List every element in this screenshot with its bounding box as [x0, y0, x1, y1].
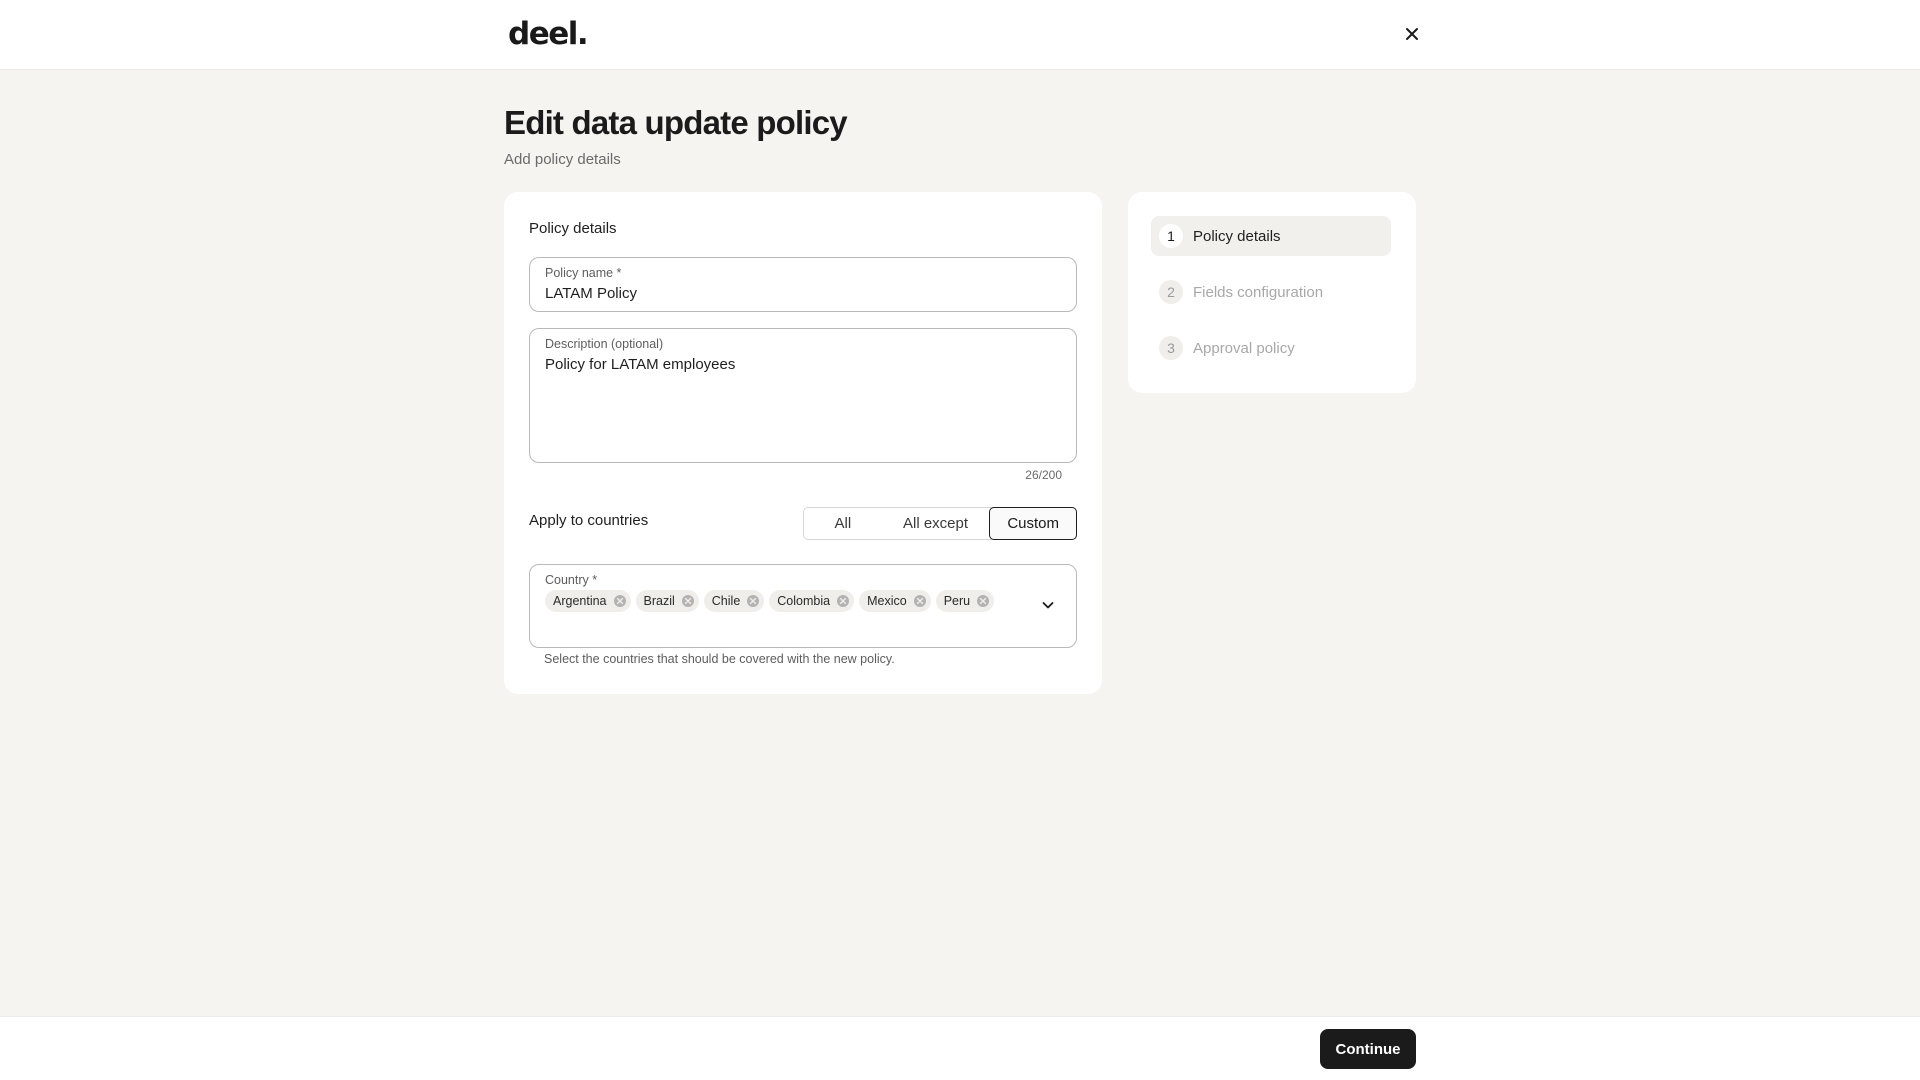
policy-name-field[interactable]: Policy name * LATAM Policy [529, 257, 1077, 312]
circle-x-icon[interactable] [976, 594, 990, 608]
country-chip: Argentina [545, 590, 631, 612]
card-title: Policy details [529, 220, 617, 237]
page-title: Edit data update policy [504, 104, 848, 141]
chip-label: Argentina [553, 594, 607, 608]
description-char-count: 26/200 [1025, 468, 1062, 482]
circle-x-icon[interactable] [836, 594, 850, 608]
top-bar: deel. [0, 0, 1920, 70]
continue-button[interactable]: Continue [1320, 1029, 1416, 1069]
chevron-down-icon[interactable] [1040, 597, 1056, 613]
progress-stepper: 1 Policy details 2 Fields configuration … [1128, 192, 1416, 393]
policy-name-label: Policy name * [545, 266, 622, 280]
chip-label: Peru [943, 594, 971, 608]
step-label: Fields configuration [1193, 283, 1324, 301]
policy-name-input[interactable]: LATAM Policy [545, 285, 637, 302]
apply-to-countries-label: Apply to countries [529, 512, 649, 529]
chip-label: Colombia [777, 594, 831, 608]
country-chip: Colombia [769, 590, 855, 612]
chip-label: Chile [711, 594, 741, 608]
country-multiselect[interactable]: Country * Argentina Brazil Chile Colombi… [529, 564, 1077, 648]
step-approval-policy[interactable]: 3 Approval policy [1151, 328, 1391, 368]
description-label: Description (optional) [545, 337, 664, 351]
country-chip: Peru [935, 590, 995, 612]
policy-details-card: Policy details Policy name * LATAM Polic… [504, 192, 1102, 694]
step-number: 3 [1159, 336, 1183, 360]
circle-x-icon[interactable] [746, 594, 760, 608]
step-fields-configuration[interactable]: 2 Fields configuration [1151, 272, 1391, 312]
close-button[interactable] [1400, 22, 1424, 46]
country-label: Country * [545, 573, 598, 587]
deel-logo[interactable]: deel. [508, 16, 589, 52]
apply-to-countries-toggle: All All except Custom [803, 507, 1078, 540]
segment-all[interactable]: All [804, 508, 882, 539]
country-chip: Brazil [635, 590, 699, 612]
circle-x-icon[interactable] [681, 594, 695, 608]
step-label: Policy details [1193, 227, 1281, 245]
segment-custom[interactable]: Custom [989, 507, 1078, 540]
chip-label: Brazil [643, 594, 675, 608]
step-policy-details[interactable]: 1 Policy details [1151, 216, 1391, 256]
circle-x-icon[interactable] [913, 594, 927, 608]
page-subtitle: Add policy details [504, 151, 621, 168]
description-field[interactable]: Description (optional) Policy for LATAM … [529, 328, 1077, 463]
bottom-bar: Continue [0, 1016, 1920, 1080]
country-chips: Argentina Brazil Chile Colombia Mexico P… [545, 590, 1025, 612]
chip-label: Mexico [867, 594, 907, 608]
step-label: Approval policy [1193, 339, 1295, 357]
circle-x-icon[interactable] [613, 594, 627, 608]
description-textarea[interactable]: Policy for LATAM employees [545, 356, 735, 373]
close-icon [1406, 28, 1418, 40]
step-number: 2 [1159, 280, 1183, 304]
segment-all-except[interactable]: All except [882, 508, 990, 539]
country-chip: Chile [703, 590, 765, 612]
step-number: 1 [1159, 224, 1183, 248]
country-chip: Mexico [859, 590, 931, 612]
country-helper-text: Select the countries that should be cove… [544, 652, 895, 666]
